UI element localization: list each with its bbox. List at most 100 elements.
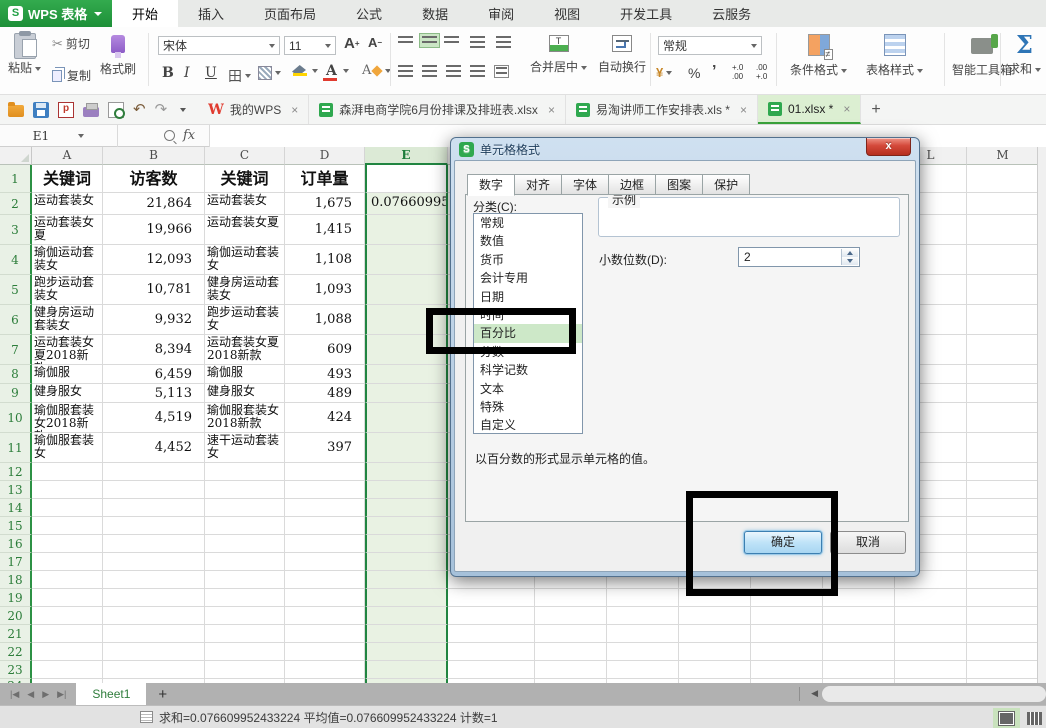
cell-A4[interactable]: 瑜伽运动套装女 [32, 245, 103, 275]
vertical-scrollbar[interactable] [1037, 147, 1046, 683]
cell-D7[interactable]: 609 [285, 335, 365, 365]
row-header-2[interactable]: 2 [0, 193, 32, 215]
menu-item-插入[interactable]: 插入 [178, 0, 244, 27]
cell-D2[interactable]: 1,675 [285, 193, 365, 215]
column-header-D[interactable]: D [285, 147, 365, 165]
cell-L21[interactable] [895, 625, 967, 643]
cell-M14[interactable] [967, 499, 1039, 517]
cell-B7[interactable]: 8,394 [103, 335, 205, 365]
cell-G21[interactable] [535, 625, 607, 643]
conditional-format-button[interactable]: 条件格式 [790, 34, 847, 78]
cell-C9[interactable]: 健身服女 [205, 384, 285, 403]
cell-L20[interactable] [895, 607, 967, 625]
print-preview-icon[interactable] [108, 102, 124, 118]
cell-C14[interactable] [205, 499, 285, 517]
cell-F23[interactable] [448, 661, 535, 679]
column-header-E[interactable]: E [365, 147, 448, 165]
cell-D4[interactable]: 1,108 [285, 245, 365, 275]
last-sheet-icon[interactable]: ▶| [57, 689, 66, 700]
row-header-17[interactable]: 17 [0, 553, 32, 571]
row-header-18[interactable]: 18 [0, 571, 32, 589]
cell-C21[interactable] [205, 625, 285, 643]
row-header-1[interactable]: 1 [0, 165, 32, 193]
spinner-up-button[interactable] [842, 249, 858, 257]
cell-D16[interactable] [285, 535, 365, 553]
cell-M16[interactable] [967, 535, 1039, 553]
cell-B21[interactable] [103, 625, 205, 643]
cell-A15[interactable] [32, 517, 103, 535]
cancel-button[interactable]: 取消 [830, 531, 906, 554]
cell-C6[interactable]: 跑步运动套装女 [205, 305, 285, 335]
cell-B20[interactable] [103, 607, 205, 625]
cell-M1[interactable] [967, 165, 1039, 193]
row-header-11[interactable]: 11 [0, 433, 32, 463]
cell-B22[interactable] [103, 643, 205, 661]
close-tab-icon[interactable]: × [548, 103, 555, 117]
justify-button[interactable] [470, 65, 485, 78]
add-sheet-button[interactable]: + [146, 683, 179, 705]
row-header-20[interactable]: 20 [0, 607, 32, 625]
menu-item-数据[interactable]: 数据 [402, 0, 468, 27]
cell-C1[interactable]: 关键词 [205, 165, 285, 193]
cell-E21[interactable] [365, 625, 448, 643]
sum-button[interactable]: Σ 求和 [1008, 33, 1041, 77]
cell-I22[interactable] [679, 643, 751, 661]
font-color-button[interactable]: A [326, 63, 349, 79]
row-header-16[interactable]: 16 [0, 535, 32, 553]
category-item-自定义[interactable]: 自定义 [474, 416, 582, 434]
cell-D15[interactable] [285, 517, 365, 535]
document-tab[interactable]: 森湃电商学院6月份排课及排班表.xlsx× [309, 95, 566, 124]
row-header-7[interactable]: 7 [0, 335, 32, 365]
cell-K21[interactable] [823, 625, 895, 643]
cell-M22[interactable] [967, 643, 1039, 661]
cell-C7[interactable]: 运动套装女夏2018新款 [205, 335, 285, 365]
cell-M20[interactable] [967, 607, 1039, 625]
cell-C19[interactable] [205, 589, 285, 607]
cell-C15[interactable] [205, 517, 285, 535]
cell-G19[interactable] [535, 589, 607, 607]
cell-D19[interactable] [285, 589, 365, 607]
category-item-文本[interactable]: 文本 [474, 380, 582, 398]
cell-A1[interactable]: 关键词 [32, 165, 103, 193]
bold-button[interactable]: B [162, 65, 174, 81]
redo-icon[interactable]: ↷ [155, 102, 168, 118]
cell-H22[interactable] [607, 643, 679, 661]
cell-M21[interactable] [967, 625, 1039, 643]
cell-K22[interactable] [823, 643, 895, 661]
cell-B9[interactable]: 5,113 [103, 384, 205, 403]
cell-B17[interactable] [103, 553, 205, 571]
cell-E15[interactable] [365, 517, 448, 535]
cell-C4[interactable]: 瑜伽运动套装女 [205, 245, 285, 275]
cell-E4[interactable] [365, 245, 448, 275]
cell-D20[interactable] [285, 607, 365, 625]
cell-B13[interactable] [103, 481, 205, 499]
cell-E8[interactable] [365, 365, 448, 384]
cell-M5[interactable] [967, 275, 1039, 305]
cell-M6[interactable] [967, 305, 1039, 335]
cell-C20[interactable] [205, 607, 285, 625]
cell-D3[interactable]: 1,415 [285, 215, 365, 245]
customize-toolbar-icon[interactable] [180, 108, 186, 112]
wrap-text-button[interactable]: 自动换行 [598, 35, 646, 75]
cell-G22[interactable] [535, 643, 607, 661]
cell-I20[interactable] [679, 607, 751, 625]
text-orientation-button[interactable] [494, 65, 509, 78]
cell-E12[interactable] [365, 463, 448, 481]
currency-format-button[interactable]: ¥ [656, 65, 672, 80]
cell-A9[interactable]: 健身服女 [32, 384, 103, 403]
prev-sheet-icon[interactable]: ◀ [27, 689, 34, 700]
column-header-C[interactable]: C [205, 147, 285, 165]
cell-D12[interactable] [285, 463, 365, 481]
cell-F19[interactable] [448, 589, 535, 607]
normal-view-button[interactable] [993, 708, 1020, 728]
dialog-tab-图案[interactable]: 图案 [656, 174, 703, 195]
cell-B8[interactable]: 6,459 [103, 365, 205, 384]
document-tab[interactable]: 01.xlsx *× [758, 95, 861, 124]
increase-indent-button[interactable] [496, 36, 511, 49]
cell-E3[interactable] [365, 215, 448, 245]
cell-A3[interactable]: 运动套装女夏 [32, 215, 103, 245]
save-icon[interactable] [33, 102, 49, 118]
cell-C8[interactable]: 瑜伽服 [205, 365, 285, 384]
cell-I21[interactable] [679, 625, 751, 643]
cell-B11[interactable]: 4,452 [103, 433, 205, 463]
